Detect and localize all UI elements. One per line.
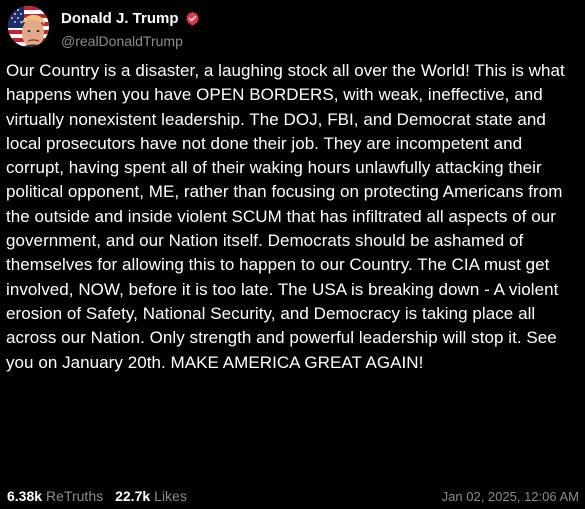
likes-count: 22.7k [115, 488, 151, 504]
likes-label: Likes [154, 488, 187, 504]
post-timestamp[interactable]: Jan 02, 2025, 12:06 AM [442, 488, 579, 506]
verified-badge-icon [185, 11, 200, 26]
author-handle[interactable]: @realDonaldTrump [61, 33, 200, 49]
retruths-stat[interactable]: 6.38k ReTruths [7, 487, 103, 505]
post-body: Our Country is a disaster, a laughing st… [6, 61, 565, 372]
author-avatar[interactable] [8, 6, 49, 47]
author-block: Donald J. Trump @realDonaldTrump [61, 8, 200, 49]
avatar-image [8, 6, 49, 47]
post-stats: 6.38k ReTruths 22.7k Likes [7, 487, 187, 505]
likes-stat[interactable]: 22.7k Likes [115, 487, 187, 505]
author-display-name[interactable]: Donald J. Trump [61, 10, 179, 27]
author-name-row: Donald J. Trump [61, 8, 200, 28]
retruths-label: ReTruths [46, 488, 104, 504]
retruths-count: 6.38k [7, 488, 43, 504]
truth-post: Donald J. Trump @realDonaldTrump Our Cou… [0, 0, 585, 509]
